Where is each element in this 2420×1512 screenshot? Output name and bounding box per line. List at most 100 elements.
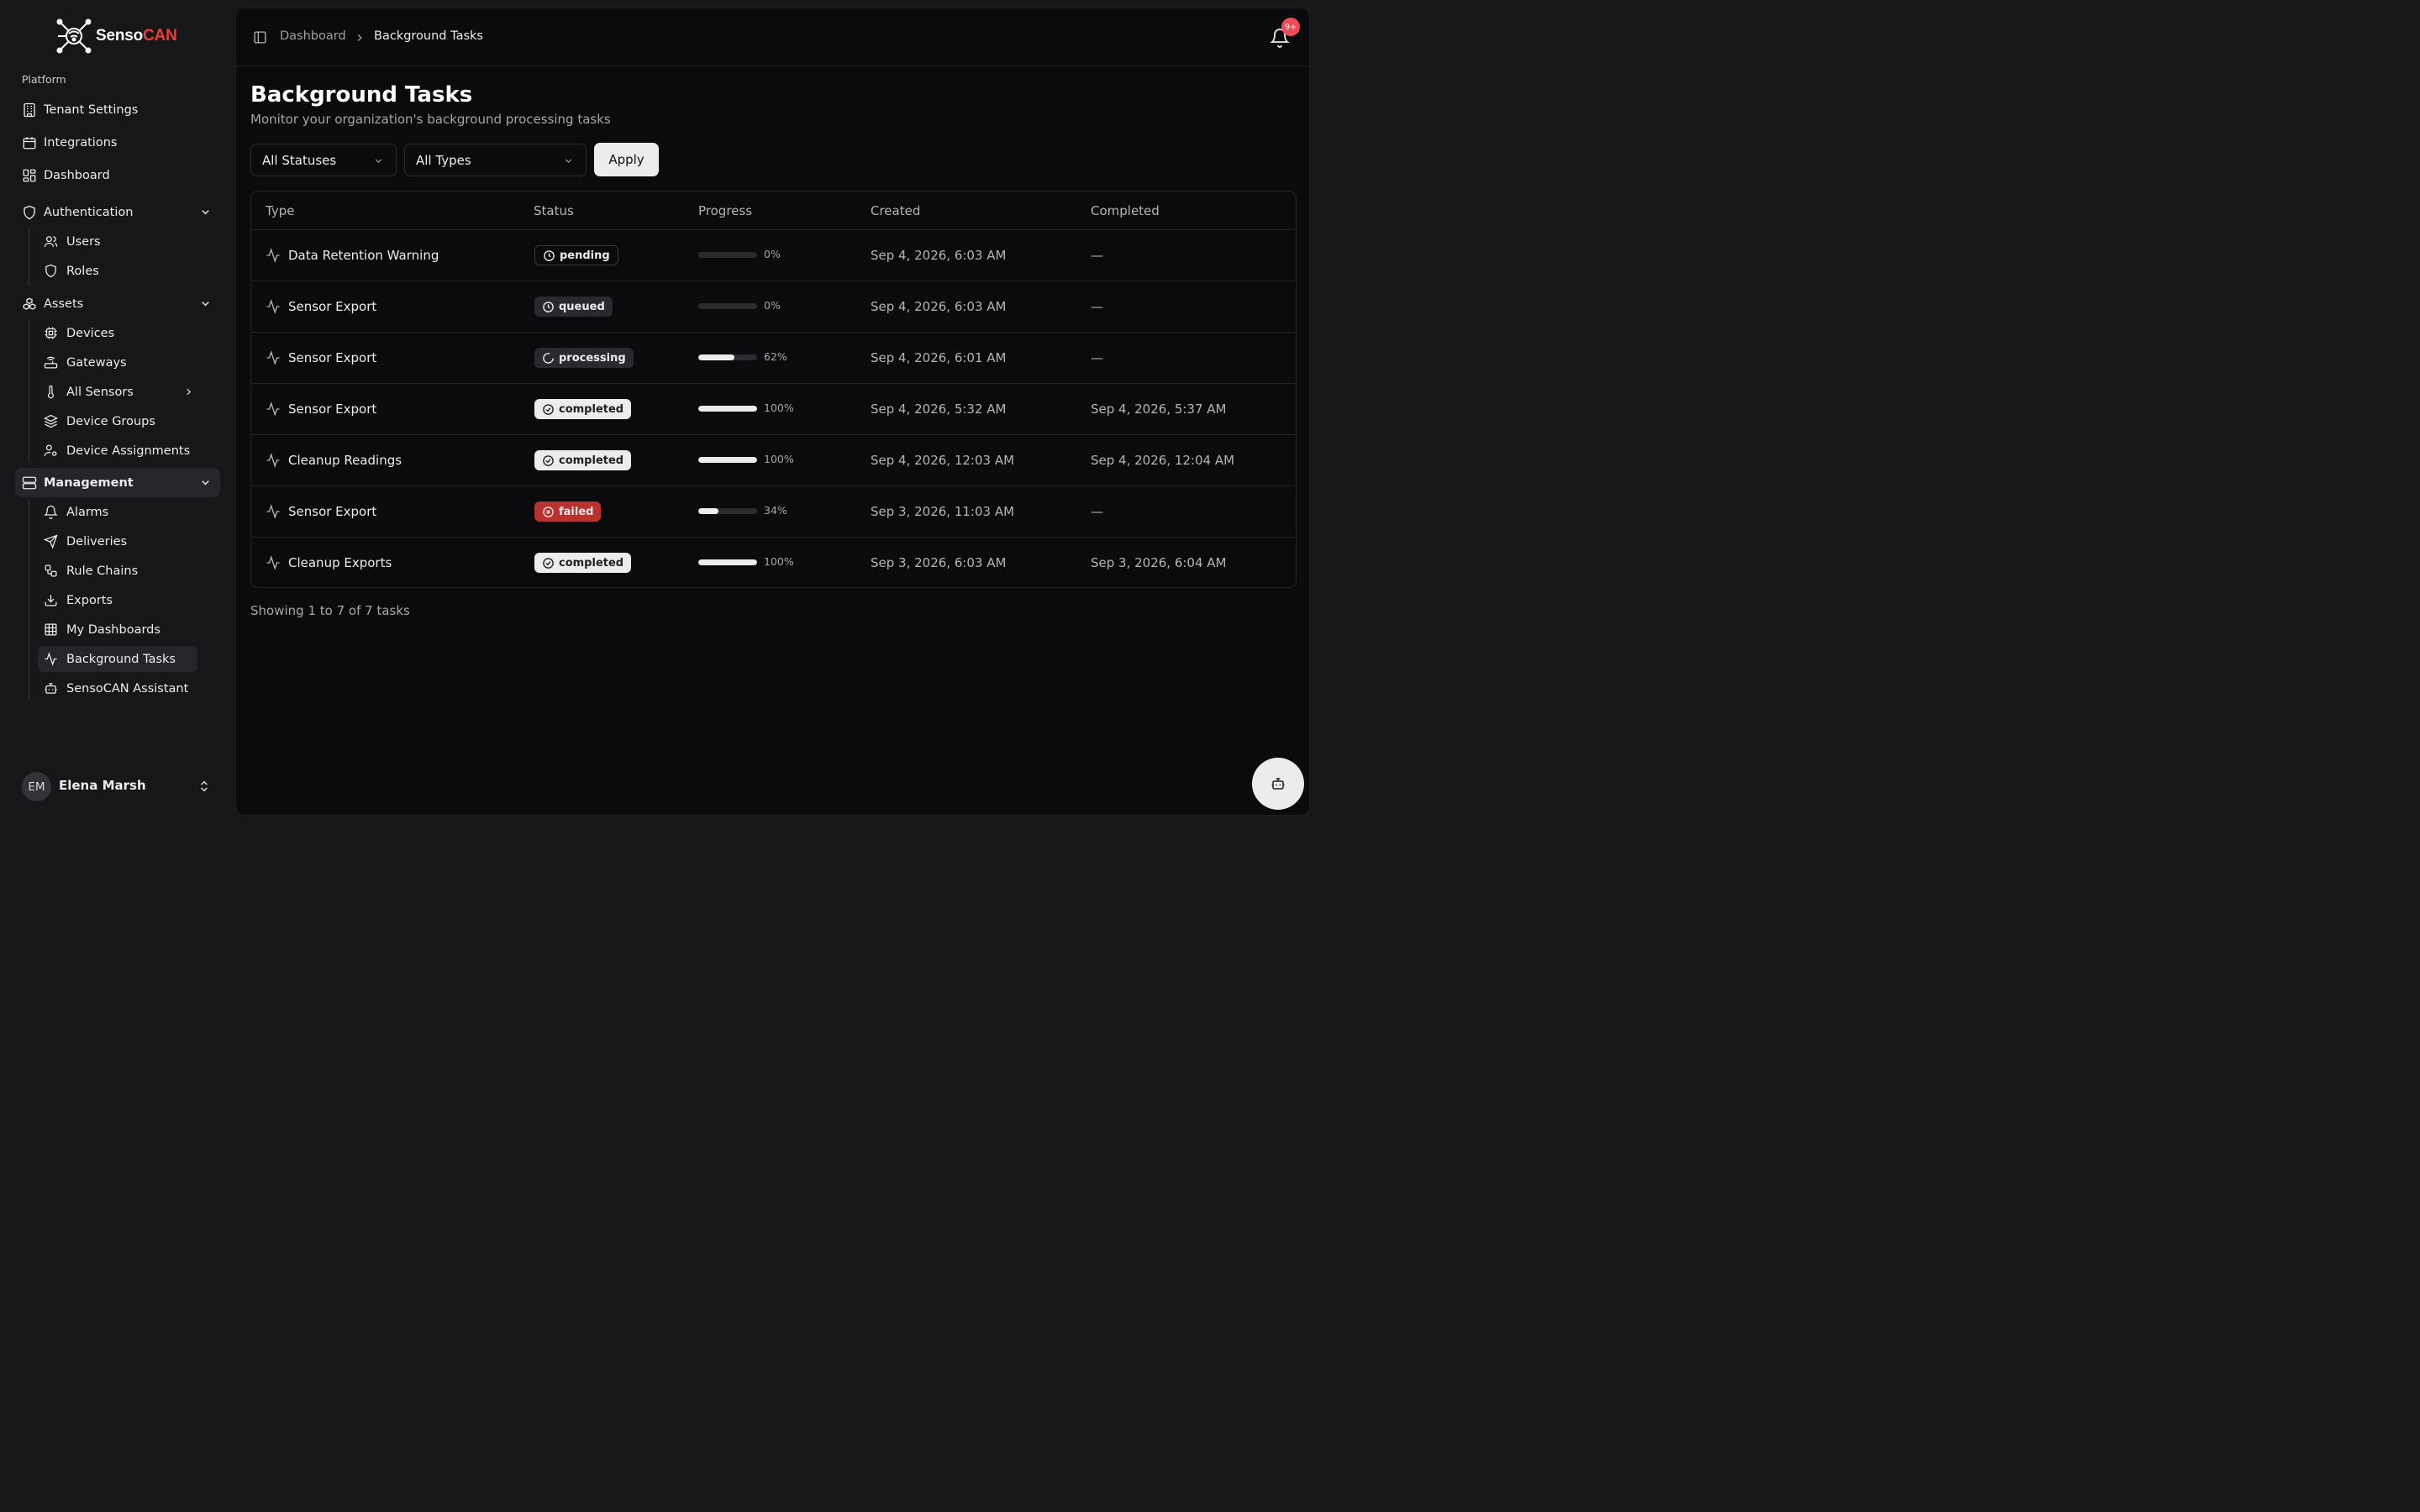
sidebar-item-deliveries[interactable]: Deliveries	[38, 528, 197, 554]
sidebar-item-users[interactable]: Users	[38, 228, 197, 255]
loader-icon	[542, 352, 555, 365]
sidebar-item-rule-chains[interactable]: Rule Chains	[38, 558, 197, 584]
created-date: Sep 4, 2026, 6:01 AM	[871, 350, 1007, 365]
sidebar-group-management[interactable]: Management	[15, 468, 220, 497]
status-badge: pending	[534, 245, 618, 265]
logo[interactable]: SensoCAN	[55, 18, 177, 54]
notification-badge: 9+	[1281, 18, 1300, 36]
sidebar-group-authentication[interactable]: Authentication	[15, 197, 220, 227]
column-header-status: Status	[534, 202, 574, 218]
table-row[interactable]: Sensor Export processing 62% Sep 4, 2026, 6…	[251, 333, 1296, 384]
sidebar-item-my-dashboards[interactable]: My Dashboards	[38, 617, 197, 643]
completed-date: —	[1091, 504, 1103, 519]
sidebar-item-exports[interactable]: Exports	[38, 587, 197, 613]
activity-icon	[266, 248, 281, 263]
cpu-icon	[44, 326, 58, 340]
apply-button[interactable]: Apply	[594, 143, 659, 176]
progress-bar	[698, 354, 757, 360]
activity-icon	[266, 402, 281, 417]
logo-mark-icon	[55, 18, 92, 54]
task-type: Sensor Export	[288, 402, 377, 417]
column-header-type: Type	[266, 202, 295, 218]
top-bar: Dashboard Background Tasks 9+	[236, 8, 1309, 66]
progress-label: 62%	[764, 350, 787, 363]
page-subtitle: Monitor your organization's background p…	[250, 112, 611, 127]
created-date: Sep 4, 2026, 5:32 AM	[871, 402, 1007, 417]
main-panel: Dashboard Background Tasks 9+ Background…	[235, 8, 1310, 816]
completed-date: —	[1091, 248, 1103, 263]
table-row[interactable]: Cleanup Exports completed 100% Sep 3, 2026,…	[251, 538, 1296, 589]
assistant-fab-button[interactable]	[1252, 758, 1304, 810]
server-icon	[22, 475, 37, 491]
logo-text: SensoCAN	[96, 27, 177, 45]
avatar: EM	[22, 772, 51, 801]
table-row[interactable]: Data Retention Warning pending 0% Sep 4, 20…	[251, 230, 1296, 281]
progress-bar	[698, 508, 757, 514]
progress-label: 100%	[764, 453, 794, 465]
progress-label: 34%	[764, 504, 787, 517]
status-text: failed	[559, 505, 594, 518]
dashboard-icon	[22, 168, 37, 183]
sidebar-item-integrations[interactable]: Integrations	[15, 128, 220, 157]
check-circle-icon	[542, 454, 555, 467]
completed-date: —	[1091, 350, 1103, 365]
sidebar-item-tenant-settings[interactable]: Tenant Settings	[15, 95, 220, 124]
table-row[interactable]: Sensor Export failed 34% Sep 3, 2026, 11:03…	[251, 486, 1296, 538]
progress-fill	[698, 559, 757, 565]
sidebar-item-background-tasks[interactable]: Background Tasks	[38, 646, 197, 672]
progress-bar	[698, 457, 757, 463]
created-date: Sep 4, 2026, 6:03 AM	[871, 248, 1007, 263]
created-date: Sep 3, 2026, 11:03 AM	[871, 504, 1015, 519]
table-row[interactable]: Sensor Export queued 0% Sep 4, 2026, 6:03 A…	[251, 281, 1296, 333]
created-date: Sep 4, 2026, 6:03 AM	[871, 299, 1007, 314]
check-circle-icon	[542, 557, 555, 570]
clock-icon	[542, 301, 555, 313]
progress-label: 0%	[764, 299, 781, 312]
type-filter-select[interactable]: All Types	[404, 144, 587, 176]
progress-label: 100%	[764, 555, 794, 568]
table-row[interactable]: Cleanup Readings completed 100% Sep 4, 2026…	[251, 435, 1296, 486]
table-row[interactable]: Sensor Export completed 100% Sep 4, 2026, 5…	[251, 384, 1296, 435]
status-text: completed	[559, 556, 624, 570]
activity-icon	[266, 350, 281, 365]
status-text: pending	[560, 249, 610, 262]
thermometer-icon	[44, 385, 58, 399]
task-type: Sensor Export	[288, 350, 377, 365]
progress-fill	[698, 354, 735, 360]
breadcrumb-dashboard[interactable]: Dashboard	[280, 29, 346, 43]
sidebar-item-devices[interactable]: Devices	[38, 320, 197, 346]
sidebar: SensoCAN Platform Tenant Settings Integr…	[0, 0, 235, 823]
sidebar-item-gateways[interactable]: Gateways	[38, 349, 197, 375]
activity-icon	[266, 555, 281, 570]
task-type: Sensor Export	[288, 299, 377, 314]
chevron-down-icon	[199, 476, 212, 489]
sidebar-toggle-icon[interactable]	[253, 30, 267, 45]
sidebar-item-dashboard[interactable]: Dashboard	[15, 160, 220, 190]
sidebar-item-alarms[interactable]: Alarms	[38, 499, 197, 525]
shield-icon	[22, 205, 37, 220]
calendar-icon	[22, 135, 37, 150]
sidebar-item-device-groups[interactable]: Device Groups	[38, 408, 197, 434]
task-type: Data Retention Warning	[288, 248, 439, 263]
platform-group-label: Platform	[22, 73, 66, 86]
status-filter-select[interactable]: All Statuses	[250, 144, 397, 176]
status-badge: completed	[534, 450, 632, 470]
progress-label: 0%	[764, 248, 781, 260]
status-badge: processing	[534, 348, 634, 368]
sidebar-item-sensocan-assistant[interactable]: SensoCAN Assistant	[38, 675, 197, 701]
progress-fill	[698, 508, 718, 514]
router-icon	[44, 355, 58, 370]
sidebar-item-all-sensors[interactable]: All Sensors	[38, 379, 197, 405]
progress-fill	[698, 457, 757, 463]
user-menu[interactable]: EM Elena Marsh	[22, 771, 220, 801]
sidebar-item-device-assignments[interactable]: Device Assignments	[38, 438, 197, 464]
completed-date: Sep 4, 2026, 5:37 AM	[1091, 402, 1227, 417]
building-icon	[22, 102, 37, 118]
chevron-down-icon	[563, 155, 574, 166]
check-circle-icon	[542, 403, 555, 416]
sidebar-item-roles[interactable]: Roles	[38, 258, 197, 284]
chevron-down-icon	[373, 155, 384, 166]
created-date: Sep 3, 2026, 6:03 AM	[871, 555, 1007, 570]
tasks-table: Type Status Progress Created Completed D…	[250, 191, 1297, 588]
sidebar-group-assets[interactable]: Assets	[15, 289, 220, 318]
